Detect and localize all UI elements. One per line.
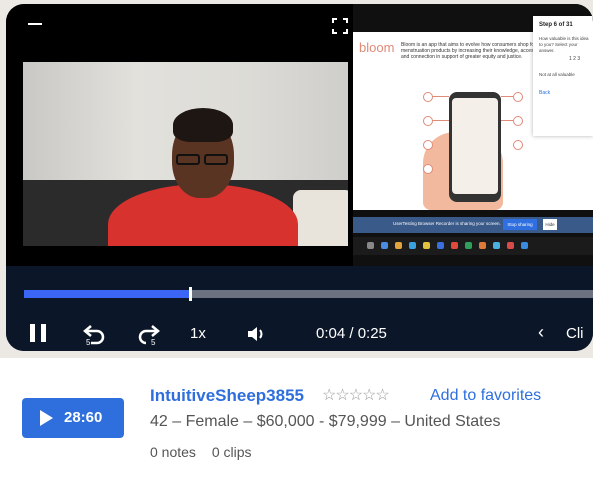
step-back-link[interactable]: Back: [539, 90, 550, 96]
fullscreen-icon[interactable]: [332, 18, 348, 34]
tester-demographics: 42 – Female – $60,000 - $79,999 – United…: [150, 413, 501, 430]
rewind-5-icon[interactable]: 5: [81, 322, 107, 346]
session-card: 28:60 IntuitiveSheep3855 ☆☆☆☆☆ Add to fa…: [0, 358, 593, 480]
share-bar-text: UserTesting Browser Recorder is sharing …: [393, 221, 501, 226]
playback-rate-button[interactable]: 1x: [190, 325, 206, 342]
svg-text:5: 5: [151, 338, 156, 346]
player-controls: 5 5 1x 0:04 / 0:25 ‹ Cli: [6, 266, 593, 351]
forward-5-icon[interactable]: 5: [136, 322, 162, 346]
webcam-feed: [23, 62, 348, 246]
time-display: 0:04 / 0:25: [316, 325, 387, 342]
progress-bar[interactable]: [24, 287, 593, 301]
tester-username[interactable]: IntuitiveSheep3855: [150, 386, 304, 406]
clips-count[interactable]: 0 clips: [212, 444, 252, 460]
step-scale-label: Not at all valuable: [539, 72, 575, 77]
slide-logo: bloom: [359, 40, 395, 55]
session-duration: 28:60: [64, 409, 103, 426]
screen-recording: bloom Bloom is an app that aims to evolv…: [353, 4, 593, 266]
step-card: Step 6 of 31 How valuable is this idea t…: [533, 16, 593, 136]
progress-fill: [24, 290, 189, 298]
screen-share-bar: UserTesting Browser Recorder is sharing …: [353, 217, 593, 233]
progress-scrubber[interactable]: [189, 287, 192, 301]
clips-button[interactable]: Cli: [566, 325, 584, 342]
step-title: Step 6 of 31: [539, 22, 573, 28]
video-stage[interactable]: bloom Bloom is an app that aims to evolv…: [6, 4, 593, 266]
notes-count[interactable]: 0 notes: [150, 444, 196, 460]
hide-share-button[interactable]: Hide: [543, 219, 557, 230]
play-session-button[interactable]: 28:60: [22, 398, 124, 438]
session-stats: 0 notes 0 clips: [150, 444, 264, 460]
stop-sharing-button[interactable]: Stop sharing: [503, 219, 537, 230]
volume-icon[interactable]: [246, 324, 268, 344]
video-player: bloom Bloom is an app that aims to evolv…: [6, 4, 593, 351]
step-scale[interactable]: 1 2 3: [569, 56, 580, 62]
step-question: How valuable is this idea to you? Select…: [539, 36, 589, 53]
svg-text:5: 5: [86, 338, 91, 346]
pause-icon[interactable]: [30, 324, 48, 342]
play-icon: [40, 410, 53, 426]
star-rating[interactable]: ☆☆☆☆☆: [322, 385, 390, 405]
minimize-icon[interactable]: [28, 23, 42, 25]
slide-intro: Bloom is an app that aims to evolve how …: [401, 42, 538, 60]
chevron-left-icon[interactable]: ‹: [538, 322, 544, 343]
add-to-favorites-link[interactable]: Add to favorites: [430, 387, 541, 405]
taskbar: [353, 237, 593, 255]
